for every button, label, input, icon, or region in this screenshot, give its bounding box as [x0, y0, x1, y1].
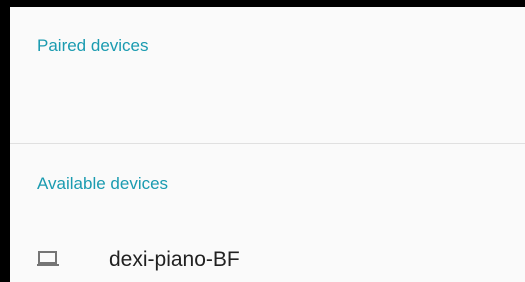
bluetooth-device-list: Paired devices Available devices dexi-pi… [10, 7, 525, 282]
laptop-icon [36, 249, 60, 269]
available-devices-header: Available devices [37, 174, 169, 193]
device-name: dexi-piano-BF [109, 248, 240, 271]
section-divider [10, 143, 525, 144]
paired-devices-header: Paired devices [37, 36, 149, 55]
device-row-dexi-piano-bf[interactable]: dexi-piano-BF [10, 235, 525, 282]
